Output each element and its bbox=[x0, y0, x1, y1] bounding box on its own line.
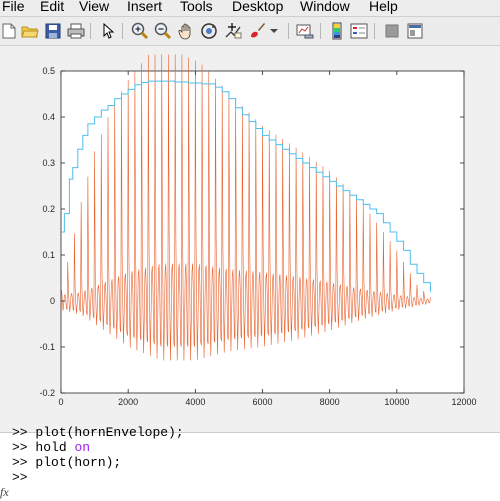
y-tick-label: 0.2 bbox=[42, 204, 55, 214]
x-tick-label: 0 bbox=[58, 397, 63, 407]
menu-insert[interactable]: Insert bbox=[127, 0, 162, 14]
command-text: plot(hornEnvelope); bbox=[35, 425, 184, 440]
y-tick-label: 0 bbox=[50, 296, 55, 306]
y-tick-label: -0.1 bbox=[39, 342, 55, 352]
zoom-out-icon[interactable] bbox=[154, 22, 172, 40]
menu-edit[interactable]: Edit bbox=[40, 0, 64, 14]
command-prompt: >> bbox=[12, 425, 28, 440]
command-prompt: >> bbox=[12, 470, 28, 485]
brush-dropdown-icon[interactable] bbox=[268, 22, 280, 40]
menu-view[interactable]: View bbox=[79, 0, 109, 14]
x-tick-label: 10000 bbox=[384, 397, 409, 407]
pointer-icon[interactable] bbox=[99, 22, 117, 40]
menu-help[interactable]: Help bbox=[369, 0, 398, 14]
toolbar-separator bbox=[288, 23, 289, 39]
command-text: plot(horn); bbox=[35, 455, 122, 470]
toolbar-separator bbox=[320, 23, 321, 39]
rotate-icon[interactable] bbox=[200, 22, 218, 40]
menu-window[interactable]: Window bbox=[300, 0, 350, 14]
function-browser-icon[interactable]: fx bbox=[0, 485, 9, 500]
colorbar-icon[interactable] bbox=[328, 22, 346, 40]
command-input-line[interactable]: >> bbox=[12, 470, 35, 485]
toolbar-separator bbox=[90, 23, 91, 39]
command-window[interactable]: >> plot(hornEnvelope); >> hold on >> plo… bbox=[0, 425, 500, 501]
command-prompt: >> bbox=[12, 440, 28, 455]
command-prompt: >> bbox=[12, 455, 28, 470]
y-tick-label: 0.4 bbox=[42, 112, 55, 122]
toolbar-separator bbox=[374, 23, 375, 39]
save-icon[interactable] bbox=[44, 22, 62, 40]
open-file-icon[interactable] bbox=[21, 22, 39, 40]
command-line: >> hold on bbox=[12, 440, 90, 455]
menu-file[interactable]: File bbox=[2, 0, 25, 14]
legend-icon[interactable] bbox=[350, 22, 368, 40]
menu-desktop[interactable]: Desktop bbox=[232, 0, 283, 14]
y-tick-label: 0.3 bbox=[42, 158, 55, 168]
hide-plot-tools-icon[interactable] bbox=[383, 22, 401, 40]
menu-tools[interactable]: Tools bbox=[180, 0, 213, 14]
x-tick-label: 8000 bbox=[320, 397, 340, 407]
data-cursor-icon[interactable] bbox=[224, 22, 242, 40]
menu-bar: File Edit View Insert Tools Desktop Wind… bbox=[0, 0, 500, 17]
y-tick-label: 0.5 bbox=[42, 66, 55, 76]
x-tick-label: 2000 bbox=[118, 397, 138, 407]
figure-area: 0 2000 4000 6000 8000 10000 12000 -0.2 -0.1 0 0.1… bbox=[0, 46, 500, 432]
x-tick-label: 12000 bbox=[451, 397, 476, 407]
pan-icon[interactable] bbox=[177, 22, 195, 40]
print-icon[interactable] bbox=[67, 22, 85, 40]
plot-svg: 0 2000 4000 6000 8000 10000 12000 -0.2 -0.1 0 0.1… bbox=[39, 54, 477, 407]
zoom-in-icon[interactable] bbox=[131, 22, 149, 40]
brush-icon[interactable] bbox=[248, 22, 266, 40]
link-plot-icon[interactable] bbox=[296, 22, 314, 40]
toolbar bbox=[0, 17, 500, 46]
x-tick-label: 6000 bbox=[252, 397, 272, 407]
new-figure-icon[interactable] bbox=[0, 22, 18, 40]
command-line: >> plot(horn); bbox=[12, 455, 121, 470]
x-tick-label: 4000 bbox=[185, 397, 205, 407]
command-text: hold bbox=[35, 440, 75, 455]
toolbar-separator bbox=[122, 23, 123, 39]
y-tick-label: -0.2 bbox=[39, 388, 55, 398]
command-keyword: on bbox=[74, 440, 91, 455]
show-plot-tools-icon[interactable] bbox=[406, 22, 424, 40]
command-line: >> plot(hornEnvelope); bbox=[12, 425, 184, 440]
y-tick-label: 0.1 bbox=[42, 250, 55, 260]
